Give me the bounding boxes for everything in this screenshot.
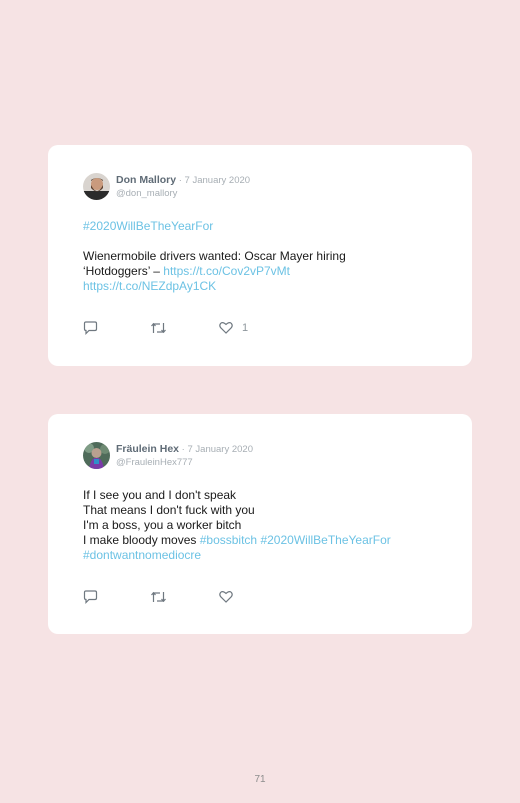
tweet-text-line: That means I don't fuck with you bbox=[83, 503, 255, 517]
reply-icon bbox=[83, 590, 98, 604]
tweet-text-line: If I see you and I don't speak bbox=[83, 488, 237, 502]
author-handle[interactable]: @don_mallory bbox=[116, 187, 250, 200]
retweet-button[interactable] bbox=[150, 590, 167, 604]
hashtag-link[interactable]: #dontwantnomediocre bbox=[83, 548, 391, 563]
reply-button[interactable] bbox=[83, 321, 98, 335]
avatar[interactable] bbox=[83, 442, 110, 469]
retweet-icon bbox=[151, 322, 166, 334]
retweet-button[interactable] bbox=[150, 321, 167, 335]
page-number: 71 bbox=[254, 774, 266, 785]
author-handle[interactable]: @FrauleinHex777 bbox=[116, 456, 253, 469]
hashtag-link[interactable]: #2020WillBeTheYearFor bbox=[83, 219, 346, 234]
tweet-meta: Fräulein Hex · 7 January 2020 @FrauleinH… bbox=[116, 443, 253, 469]
tweet-text: If I see you and I don't speak That mean… bbox=[83, 488, 391, 563]
tweet-date[interactable]: 7 January 2020 bbox=[185, 175, 251, 186]
like-button[interactable] bbox=[219, 590, 233, 603]
like-button[interactable]: 1 bbox=[219, 321, 248, 334]
author-name[interactable]: Don Mallory bbox=[116, 174, 176, 186]
url-link[interactable]: https://t.co/Cov2vP7vMt bbox=[163, 264, 290, 278]
tweet-meta: Don Mallory · 7 January 2020 @don_mallor… bbox=[116, 174, 250, 200]
tweet-text-line: I make bloody moves bbox=[83, 533, 197, 547]
like-icon bbox=[219, 591, 233, 603]
tweet-text-line: ‘Hotdoggers’ – bbox=[83, 264, 160, 278]
like-count: 1 bbox=[242, 321, 249, 334]
hashtag-link[interactable]: #bossbitch bbox=[200, 533, 257, 547]
reply-button[interactable] bbox=[83, 590, 98, 604]
tweet-card: Fräulein Hex · 7 January 2020 @FrauleinH… bbox=[48, 414, 472, 634]
url-link[interactable]: https://t.co/NEZdpAy1CK bbox=[83, 279, 346, 294]
separator: · bbox=[176, 175, 185, 186]
tweet-date[interactable]: 7 January 2020 bbox=[187, 444, 253, 455]
hashtag-link[interactable]: #2020WillBeTheYearFor bbox=[260, 533, 390, 547]
tweet-card: Don Mallory · 7 January 2020 @don_mallor… bbox=[48, 145, 472, 366]
reply-icon bbox=[83, 321, 98, 335]
like-icon bbox=[219, 322, 233, 334]
tweet-text-line: I'm a boss, you a worker bitch bbox=[83, 518, 242, 532]
retweet-icon bbox=[151, 591, 166, 603]
avatar[interactable] bbox=[83, 173, 110, 200]
tweet-text: #2020WillBeTheYearFor Wienermobile drive… bbox=[83, 219, 346, 294]
tweet-text-line: Wienermobile drivers wanted: Oscar Mayer… bbox=[83, 249, 346, 263]
author-name[interactable]: Fräulein Hex bbox=[116, 443, 179, 455]
